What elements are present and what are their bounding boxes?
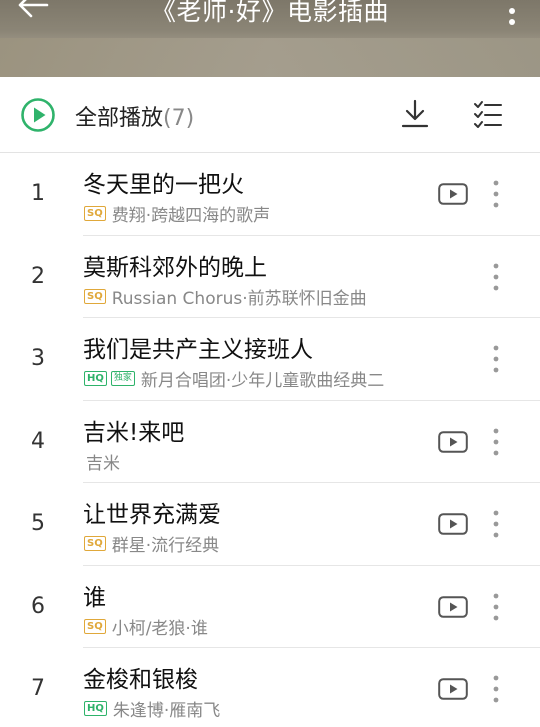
play-all-count: (7) (163, 106, 195, 131)
header-banner: 《老师·好》电影插曲 (0, 0, 540, 77)
song-artist-album: Russian Chorus·前苏联怀旧金曲 (111, 288, 367, 309)
song-artist-album: 新月合唱团·少年儿童歌曲经典二 (140, 371, 385, 391)
song-row[interactable]: 4 吉米!来吧吉米 (0, 401, 540, 483)
song-title: 莫斯科郊外的晚上 (83, 254, 267, 281)
song-meta: SQ 小柯/老狼·谁 (84, 614, 208, 639)
play-circle-icon[interactable] (20, 97, 56, 133)
song-index: 5 (31, 511, 45, 536)
song-artist-album: 群星·流行经典 (111, 536, 220, 556)
header-background (0, 38, 540, 77)
song-meta: SQ Russian Chorus·前苏联怀旧金曲 (84, 284, 367, 309)
song-list: 1 冬天里的一把火 SQ 费翔·跨越四海的歌声 2 莫斯科郊外的晚上 SQ Russian C… (0, 153, 540, 727)
mv-play-icon[interactable] (438, 183, 468, 205)
song-index: 7 (31, 676, 45, 701)
song-row[interactable]: 7 金梭和银梭 HQ 朱逢博·雁南飞 (0, 648, 540, 727)
song-row[interactable]: 5 让世界充满爱 SQ 群星·流行经典 (0, 483, 540, 566)
song-artist-album: 小柯/老狼·谁 (111, 618, 208, 639)
song-title: 金梭和银梭 (83, 667, 198, 693)
play-all-label: 全部播放 (75, 106, 164, 131)
song-title: 谁 (83, 584, 106, 611)
mv-play-icon[interactable] (438, 430, 468, 453)
sq-badge: SQ (84, 288, 106, 304)
song-row[interactable]: 1 冬天里的一把火 SQ 费翔·跨越四海的歌声 (0, 153, 540, 236)
play-all-toolbar: 全部播放(7) (0, 77, 540, 153)
song-index: 4 (31, 428, 45, 454)
song-index: 3 (31, 346, 45, 371)
song-meta: 吉米 (84, 449, 120, 474)
song-index: 1 (31, 181, 45, 206)
hq-badge: HQ (84, 371, 107, 386)
exclusive-badge: 独家 (110, 371, 135, 386)
list-select-icon[interactable] (471, 97, 505, 131)
song-title: 我们是共产主义接班人 (83, 337, 313, 363)
song-artist-album: 费翔·跨越四海的歌声 (111, 206, 271, 226)
song-index: 2 (31, 263, 45, 289)
sq-badge: SQ (84, 618, 106, 634)
more-options-icon[interactable] (486, 179, 506, 209)
song-row[interactable]: 6 谁 SQ 小柯/老狼·谁 (0, 566, 540, 648)
more-options-icon[interactable] (486, 262, 506, 292)
more-options-icon[interactable] (486, 592, 506, 622)
page-title: 《老师·好》电影插曲 (151, 0, 389, 26)
download-icon[interactable] (398, 97, 432, 131)
song-artist-album: 朱逢博·雁南飞 (112, 701, 221, 721)
more-options-icon[interactable] (486, 427, 506, 457)
song-meta: SQ 费翔·跨越四海的歌声 (84, 201, 270, 226)
sq-badge: SQ (84, 536, 106, 551)
song-index: 6 (31, 593, 45, 619)
more-options-icon[interactable] (486, 509, 506, 539)
song-meta: HQ 朱逢博·雁南飞 (84, 696, 220, 721)
play-all-button[interactable]: 全部播放(7) (75, 100, 194, 132)
more-vertical-icon[interactable] (506, 0, 518, 26)
song-artist-album: 吉米 (86, 453, 120, 474)
mv-play-icon[interactable] (438, 678, 468, 700)
hq-badge: HQ (84, 701, 107, 716)
mv-play-icon[interactable] (438, 513, 468, 535)
more-options-icon[interactable] (486, 344, 506, 374)
more-options-icon[interactable] (486, 674, 506, 704)
song-meta: SQ 群星·流行经典 (84, 531, 219, 556)
sq-badge: SQ (84, 206, 106, 221)
song-title: 吉米!来吧 (83, 419, 185, 446)
mv-play-icon[interactable] (438, 595, 468, 618)
song-meta: HQ 独家 新月合唱团·少年儿童歌曲经典二 (84, 366, 384, 391)
song-title: 让世界充满爱 (83, 502, 221, 528)
song-title: 冬天里的一把火 (83, 172, 244, 198)
song-row[interactable]: 2 莫斯科郊外的晚上 SQ Russian Chorus·前苏联怀旧金曲 (0, 236, 540, 318)
song-row[interactable]: 3 我们是共产主义接班人 HQ 独家 新月合唱团·少年儿童歌曲经典二 (0, 318, 540, 401)
